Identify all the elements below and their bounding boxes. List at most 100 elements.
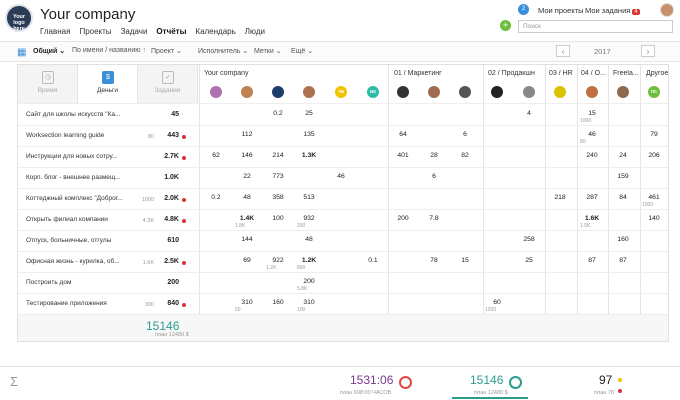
table-cell[interactable]: 160 xyxy=(263,299,293,306)
table-cell[interactable]: 144 xyxy=(232,236,262,243)
notifications-icon[interactable]: 2 xyxy=(518,4,529,15)
table-cell[interactable]: 160 xyxy=(608,236,638,243)
table-cell[interactable]: 48 xyxy=(294,236,324,243)
table-cell[interactable]: 82 xyxy=(450,152,480,159)
table-cell[interactable]: 28 xyxy=(419,152,449,159)
table-cell[interactable]: 46 xyxy=(326,173,356,180)
table-cell[interactable]: 140 xyxy=(639,215,669,222)
user-avatar[interactable] xyxy=(660,3,674,17)
project-name[interactable]: Построить дом xyxy=(26,279,154,286)
project-name[interactable]: Отпуск, больничные, отгулы xyxy=(26,237,154,244)
person-avatar[interactable] xyxy=(586,86,598,98)
my-projects-link[interactable]: Мои проекты xyxy=(538,6,584,15)
table-cell[interactable]: 461 xyxy=(639,194,669,201)
person-avatar[interactable] xyxy=(210,86,222,98)
table-cell[interactable]: 401 xyxy=(388,152,418,159)
table-cell[interactable]: 146 xyxy=(232,152,262,159)
grid-view-icon[interactable]: ▦ xyxy=(17,47,26,58)
table-cell[interactable]: 135 xyxy=(294,131,324,138)
table-cell[interactable]: 206 xyxy=(639,152,669,159)
table-cell[interactable]: 7.8 xyxy=(419,215,449,222)
person-avatar[interactable] xyxy=(459,86,471,98)
filter-general[interactable]: Общий ⌄ xyxy=(33,47,65,55)
table-cell[interactable]: 100 xyxy=(263,215,293,222)
executor-filter[interactable]: Исполнитель ⌄ xyxy=(198,47,248,55)
table-cell[interactable]: 1.6K xyxy=(577,215,607,222)
table-cell[interactable]: 310 xyxy=(294,299,324,306)
table-cell[interactable]: 358 xyxy=(263,194,293,201)
table-cell[interactable]: 62 xyxy=(201,152,231,159)
table-cell[interactable]: 240 xyxy=(577,152,607,159)
table-cell[interactable]: 287 xyxy=(577,194,607,201)
table-cell[interactable]: 310 xyxy=(232,299,262,306)
group-header[interactable]: Другое xyxy=(646,70,668,77)
table-cell[interactable]: 200 xyxy=(294,278,324,285)
company-logo[interactable]: Your logo here xyxy=(5,4,33,32)
person-avatar[interactable] xyxy=(397,86,409,98)
add-button[interactable]: + xyxy=(500,20,511,31)
person-avatar[interactable] xyxy=(272,86,284,98)
table-cell[interactable]: 112 xyxy=(232,131,262,138)
group-header[interactable]: 03 / HR xyxy=(549,70,573,77)
company-menu-icon[interactable]: ⋮ xyxy=(116,8,127,21)
table-cell[interactable]: 79 xyxy=(639,131,669,138)
tags-filter[interactable]: Метки ⌄ xyxy=(254,47,282,55)
my-tasks-link[interactable]: Мои задания 4 xyxy=(585,6,640,15)
group-header[interactable]: Your company xyxy=(204,70,249,77)
project-name[interactable]: Сайт для школы искусств "Ка... xyxy=(26,111,154,118)
person-avatar[interactable] xyxy=(241,86,253,98)
more-filter[interactable]: Ещё ⌄ xyxy=(291,47,313,55)
table-cell[interactable]: 15 xyxy=(450,257,480,264)
tab-time[interactable]: ◷ Время xyxy=(18,65,78,103)
sort-select[interactable]: По имени / названию ↑ xyxy=(72,47,146,54)
person-avatar[interactable] xyxy=(491,86,503,98)
table-cell[interactable]: 159 xyxy=(608,173,638,180)
table-cell[interactable]: 48 xyxy=(232,194,262,201)
person-avatar[interactable] xyxy=(428,86,440,98)
group-header[interactable]: Freela... xyxy=(613,70,639,77)
table-cell[interactable]: 4 xyxy=(514,110,544,117)
next-year-button[interactable]: › xyxy=(641,45,655,57)
table-cell[interactable]: 60 xyxy=(482,299,512,306)
table-cell[interactable]: 22 xyxy=(232,173,262,180)
table-cell[interactable]: 258 xyxy=(514,236,544,243)
table-cell[interactable]: 6 xyxy=(450,131,480,138)
group-header[interactable]: 01 / Маркетинг xyxy=(394,70,442,77)
table-cell[interactable]: 6 xyxy=(419,173,449,180)
table-cell[interactable]: 0.1 xyxy=(358,257,388,264)
search-input[interactable]: Поиск xyxy=(518,20,673,33)
person-avatar[interactable]: ЧБ xyxy=(335,86,347,98)
person-avatar[interactable] xyxy=(523,86,535,98)
person-avatar[interactable] xyxy=(303,86,315,98)
table-cell[interactable]: 87 xyxy=(577,257,607,264)
table-cell[interactable]: 1.3K xyxy=(294,152,324,159)
project-filter[interactable]: Проект ⌄ xyxy=(151,47,182,55)
table-cell[interactable]: 773 xyxy=(263,173,293,180)
group-header[interactable]: 02 / Продакшн xyxy=(488,70,535,77)
table-cell[interactable]: 24 xyxy=(608,152,638,159)
table-cell[interactable]: 0.2 xyxy=(201,194,231,201)
table-cell[interactable]: 1.2K xyxy=(294,257,324,264)
table-cell[interactable]: 1.4K xyxy=(232,215,262,222)
tab-tasks[interactable]: ✓ Задания xyxy=(138,65,198,103)
table-cell[interactable]: 0.2 xyxy=(263,110,293,117)
tab-money[interactable]: $ Деньги xyxy=(78,65,138,103)
table-cell[interactable]: 78 xyxy=(419,257,449,264)
table-cell[interactable]: 214 xyxy=(263,152,293,159)
group-header[interactable]: 04 / O... xyxy=(581,70,606,77)
project-name[interactable]: Корп. блог - внешнее размещ... xyxy=(26,174,154,181)
table-cell[interactable]: 25 xyxy=(514,257,544,264)
table-cell[interactable]: 513 xyxy=(294,194,324,201)
project-name[interactable]: Инструкции для новых сотру... xyxy=(26,153,154,160)
person-avatar[interactable] xyxy=(617,86,629,98)
table-cell[interactable]: 25 xyxy=(294,110,324,117)
table-cell[interactable]: 69 xyxy=(232,257,262,264)
person-avatar[interactable] xyxy=(554,86,566,98)
table-cell[interactable]: 15 xyxy=(577,110,607,117)
person-avatar[interactable]: БК xyxy=(367,86,379,98)
table-cell[interactable]: 218 xyxy=(545,194,575,201)
table-cell[interactable]: 200 xyxy=(388,215,418,222)
table-cell[interactable]: 932 xyxy=(294,215,324,222)
table-cell[interactable]: 922 xyxy=(263,257,293,264)
table-cell[interactable]: 46 xyxy=(577,131,607,138)
